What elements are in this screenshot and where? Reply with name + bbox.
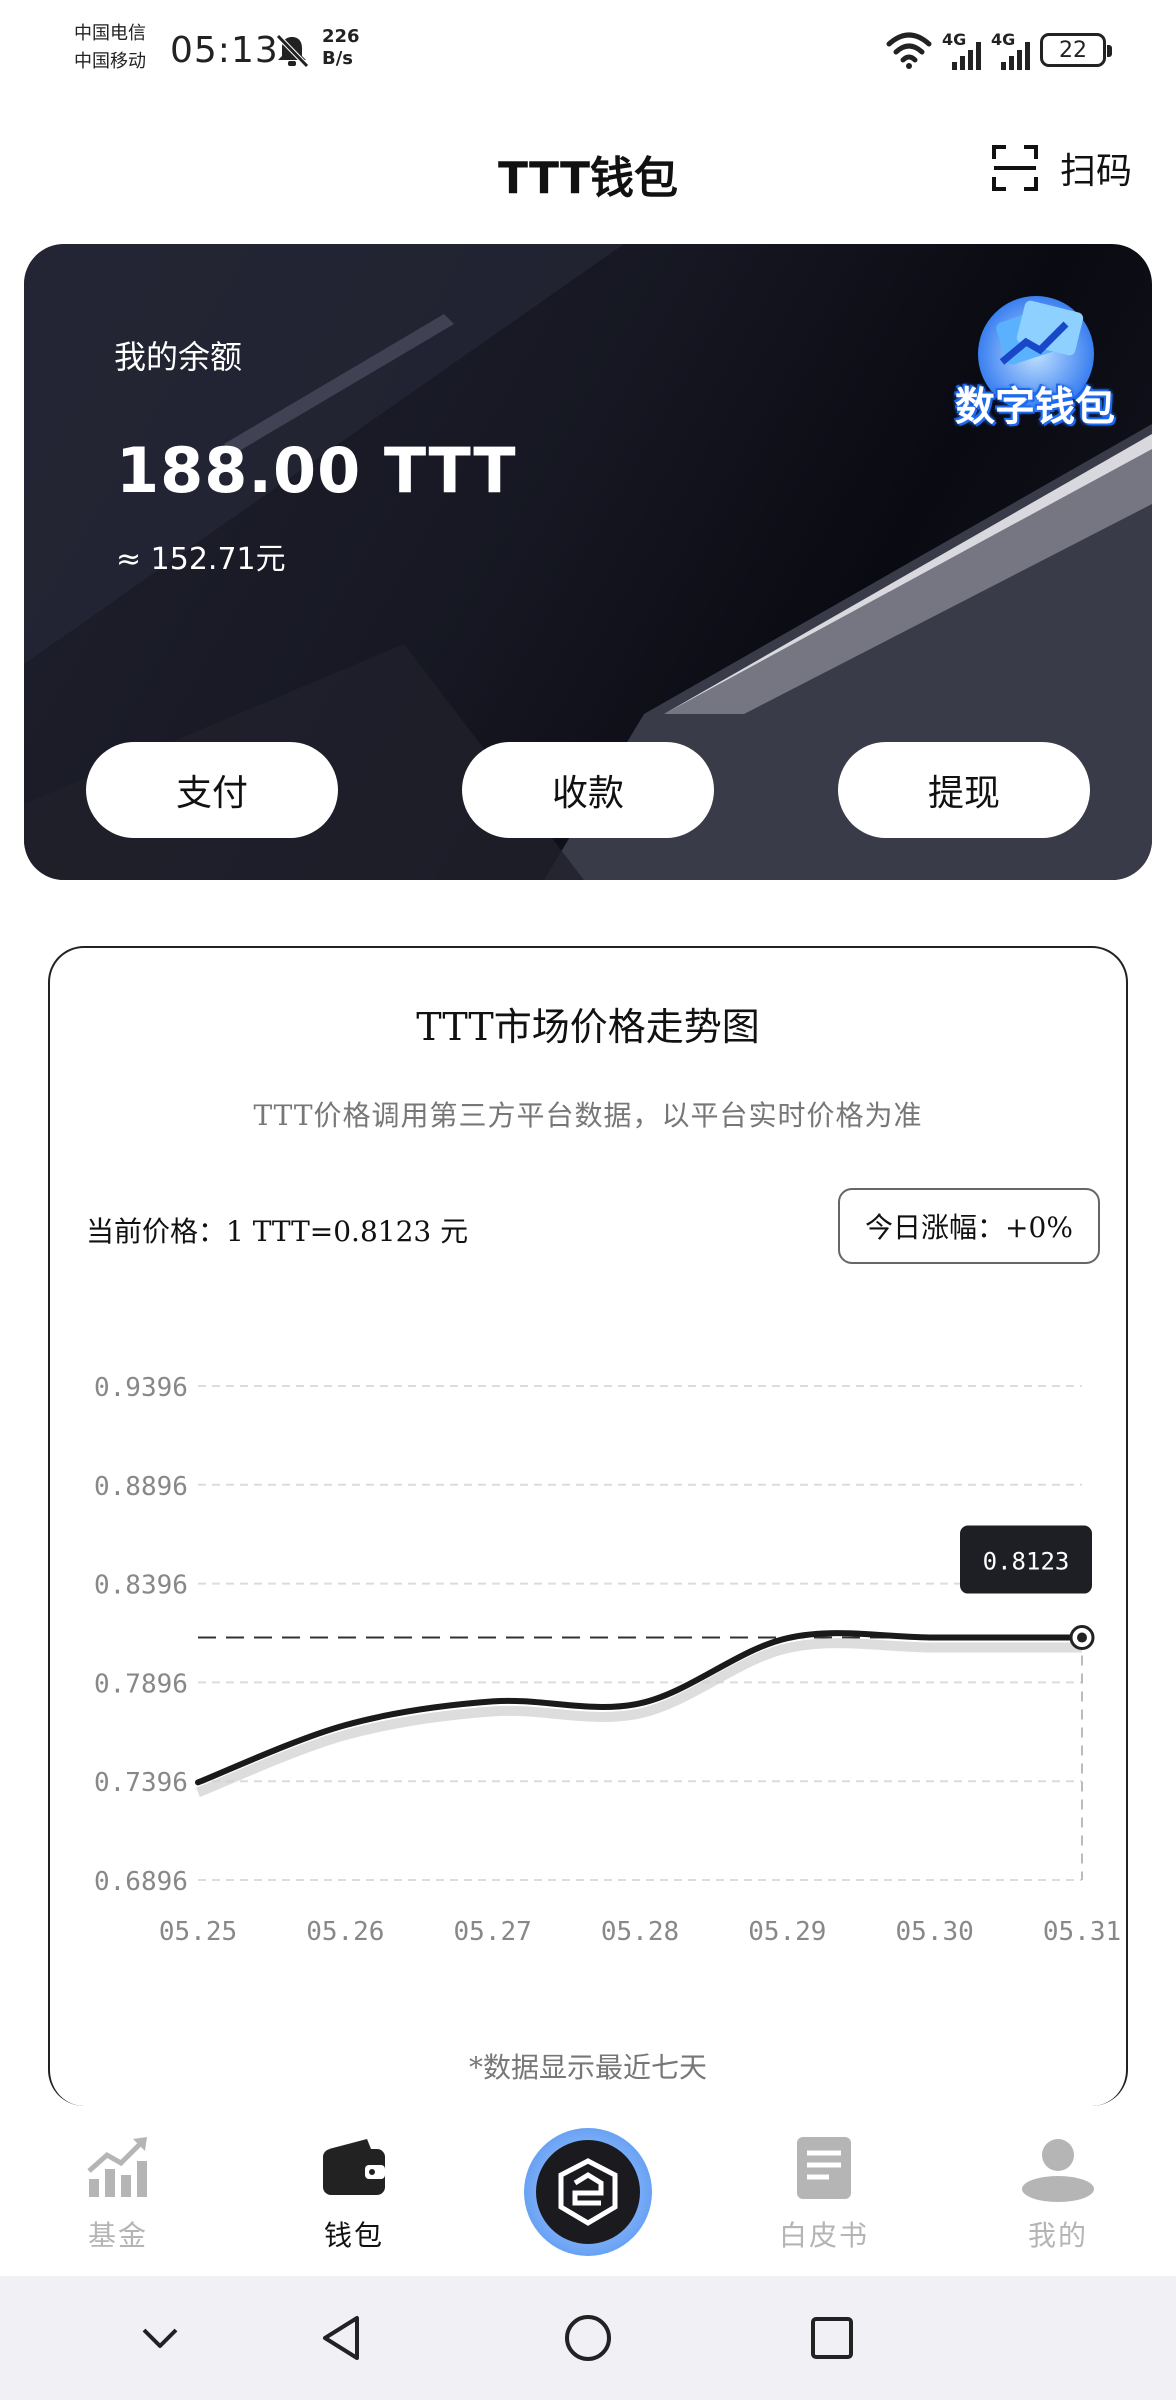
document-icon: [784, 2128, 864, 2208]
bottom-navigation: 基金 钱包 白皮书 我的: [0, 2106, 1176, 2276]
nav-label-profile: 我的: [1027, 2219, 1088, 2252]
network-speed-unit: B/s: [322, 48, 354, 69]
scan-icon: [991, 145, 1038, 191]
x-tick-label: 05.29: [748, 1917, 826, 1947]
app-header: TTT钱包 扫码: [0, 120, 1176, 220]
y-tick-label: 0.8896: [94, 1472, 188, 1502]
receive-button[interactable]: 收款: [462, 742, 714, 838]
app-logo-icon: [536, 2140, 640, 2244]
status-bar: 中国电信 中国移动 05:13 226 B/s 4G 4G 22: [0, 0, 1176, 100]
nav-label-fund: 基金: [87, 2219, 148, 2252]
withdraw-button[interactable]: 提现: [838, 742, 1090, 838]
x-tick-label: 05.25: [159, 1917, 237, 1947]
nav-label-whitepaper: 白皮书: [778, 2219, 869, 2252]
balance-label: 我的余额: [114, 338, 243, 376]
card-actions: 支付 收款 提现: [24, 742, 1152, 838]
nav-item-profile[interactable]: 我的: [978, 2128, 1138, 2254]
pay-button[interactable]: 支付: [86, 742, 338, 838]
bell-muted-icon: [276, 34, 309, 68]
scan-button[interactable]: 扫码: [990, 142, 1132, 194]
balance-amount: 188.00 TTT: [116, 434, 517, 507]
price-line-chart: 0.6896 0.7396 0.7896 0.8396 0.8896 0.9396 05.2…: [94, 1373, 1121, 1947]
network-speed: 226 B/s: [322, 26, 360, 70]
network-type-1: 4G: [942, 30, 967, 49]
chevron-down-icon: [142, 2328, 178, 2348]
recents-square-icon: [811, 2317, 853, 2359]
x-tick-label: 05.31: [1043, 1917, 1121, 1947]
home-button[interactable]: [556, 2306, 620, 2370]
carrier-2: 中国移动: [74, 51, 146, 72]
price-trend-card: TTT市场价格走势图 TTT价格调用第三方平台数据，以平台实时价格为准 当前价格…: [48, 946, 1128, 2106]
chart-note: *数据显示最近七天: [468, 2051, 707, 2084]
status-time: 05:13: [170, 30, 279, 71]
series-line-shadow: [196, 1638, 1083, 1798]
battery-indicator: 22: [1040, 33, 1112, 67]
network-speed-value: 226: [322, 26, 360, 47]
x-tick-label: 05.26: [306, 1917, 384, 1947]
balance-cny-equivalent: ≈ 152.71元: [116, 542, 286, 577]
nav-center-button[interactable]: [524, 2128, 652, 2256]
user-icon: [1018, 2128, 1098, 2208]
series-line: [195, 1630, 1085, 1786]
signal-strength-1: 4G: [942, 30, 981, 70]
highlight-point-center: [1077, 1632, 1087, 1643]
y-tick-label: 0.7896: [94, 1669, 188, 1699]
home-circle-icon: [565, 2315, 611, 2361]
x-tick-label: 05.30: [896, 1917, 974, 1947]
chart-growth-icon: [78, 2128, 158, 2208]
x-tick-label: 05.28: [601, 1917, 679, 1947]
digital-wallet-text: 数字钱包: [955, 384, 1115, 430]
balance-card: 我的余额 188.00 TTT ≈ 152.71元 数字钱包 支付 收款 提现: [24, 244, 1152, 880]
y-tick-label: 0.8396: [94, 1571, 188, 1601]
y-tick-label: 0.7396: [94, 1768, 188, 1798]
y-tick-label: 0.6896: [94, 1867, 188, 1897]
network-type-2: 4G: [991, 30, 1016, 49]
y-tick-label: 0.9396: [94, 1373, 188, 1403]
digital-wallet-badge: 数字钱包: [940, 284, 1130, 434]
collapse-button[interactable]: [128, 2306, 192, 2370]
x-tick-label: 05.27: [454, 1917, 532, 1947]
back-button[interactable]: [310, 2306, 374, 2370]
wallet-icon: [314, 2128, 394, 2208]
recents-button[interactable]: [800, 2306, 864, 2370]
scan-label: 扫码: [1059, 151, 1132, 192]
wifi-icon: [886, 32, 932, 69]
tooltip-value: 0.8123: [983, 1548, 1070, 1576]
nav-item-fund[interactable]: 基金: [38, 2128, 198, 2254]
back-triangle-icon: [323, 2316, 359, 2360]
carrier-1: 中国电信: [74, 23, 146, 44]
nav-label-wallet: 钱包: [323, 2219, 384, 2252]
nav-item-whitepaper[interactable]: 白皮书: [744, 2128, 904, 2254]
status-indicators: 4G 4G 22: [886, 28, 1112, 72]
carrier-names: 中国电信 中国移动: [74, 20, 146, 76]
signal-strength-2: 4G: [991, 30, 1030, 70]
nav-item-wallet[interactable]: 钱包: [274, 2128, 434, 2254]
system-navigation-bar: [0, 2276, 1176, 2400]
